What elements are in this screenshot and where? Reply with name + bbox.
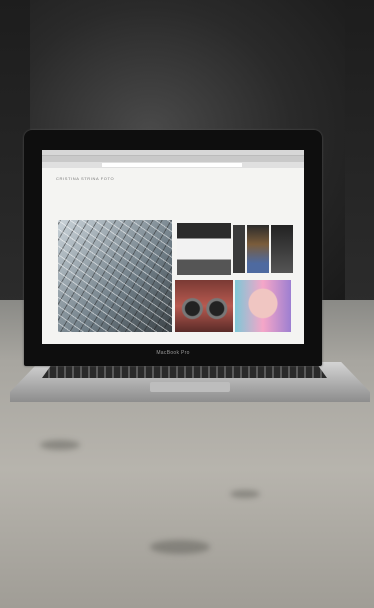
laptop-lid: CRISTINA STRINA FOTO MacBook Pro [24,130,322,366]
right-pillar [345,0,374,310]
thumbnail-photo [233,225,245,273]
laptop-brand-label: MacBook Pro [156,350,190,356]
browser-url-bar [42,162,304,168]
laptop-trackpad [150,382,230,392]
boombox-photo [175,280,233,332]
laptop-keyboard [42,366,327,378]
laptop-screen: CRISTINA STRINA FOTO [42,150,304,344]
photo-scene: CRISTINA STRINA FOTO MacBook Pro [0,0,374,608]
illustration-photo [235,280,291,332]
floor-stain [230,490,260,498]
thumbnail-photo [271,225,293,273]
website-title: CRISTINA STRINA FOTO [56,176,115,181]
thumbnail-photo [177,223,231,275]
floor-stain [150,540,210,554]
architecture-photo [58,220,172,332]
browser-url-field [102,163,242,167]
thumbnail-photo [247,225,269,273]
floor-stain [40,440,80,450]
